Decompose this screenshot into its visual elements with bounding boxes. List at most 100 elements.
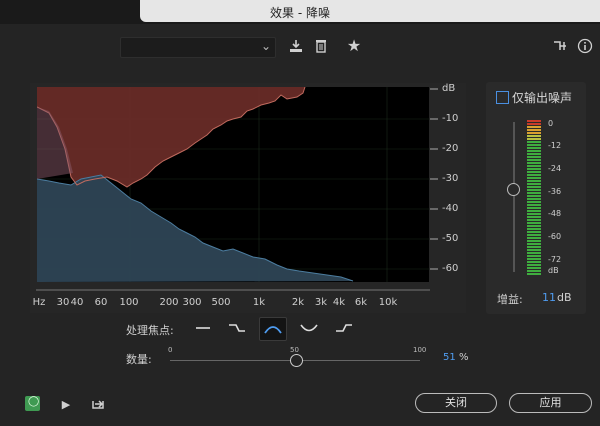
meter-segment — [527, 162, 541, 164]
meter-segment — [527, 123, 541, 125]
meter-segment — [527, 189, 541, 191]
meter-label: 0 — [548, 119, 554, 128]
window-title: 效果 - 降噪 — [270, 6, 330, 20]
meter-segment — [527, 225, 541, 227]
meter-segment — [527, 180, 541, 182]
amount-label: 数量: — [126, 353, 152, 366]
download-icon[interactable] — [287, 38, 305, 56]
meter-segment — [527, 156, 541, 158]
meter-segment — [527, 138, 541, 140]
meter-label: -36 — [548, 187, 562, 196]
meter-segment — [527, 141, 541, 143]
meter-label: dB — [548, 266, 559, 275]
meter-segment — [527, 135, 541, 137]
amount-mid-label: 50 — [290, 346, 299, 354]
power-icon[interactable]: ◯ — [25, 396, 40, 411]
x-tick-label: 3k — [314, 297, 328, 308]
meter-segment — [527, 186, 541, 188]
meter-segment — [527, 177, 541, 179]
gain-label: 增益: — [497, 293, 523, 306]
x-tick-label: 10k — [378, 297, 398, 308]
high-shelf-icon[interactable] — [331, 317, 357, 339]
meter-segment — [527, 258, 541, 260]
output-noise-only-checkbox[interactable] — [496, 91, 509, 104]
x-tick-label: 4k — [332, 297, 346, 308]
y-tick-label: -40 — [442, 203, 459, 214]
flat-icon[interactable] — [190, 317, 216, 339]
meter-segment — [527, 132, 541, 134]
y-tick-label: -50 — [442, 233, 459, 244]
meter-segment — [527, 210, 541, 212]
noise-spectrum-graph[interactable] — [36, 86, 429, 282]
amount-value[interactable]: 51 — [443, 352, 456, 363]
meter-label: -12 — [548, 141, 562, 150]
title-bar: 效果 - 降噪 — [0, 0, 600, 24]
meter-segment — [527, 246, 541, 248]
meter-segment — [527, 150, 541, 152]
x-tick-label: 100 — [119, 297, 139, 308]
x-tick-label: 60 — [94, 297, 108, 308]
meter-segment — [527, 174, 541, 176]
x-tick-label: 200 — [159, 297, 179, 308]
meter-label: -60 — [548, 232, 562, 241]
meter-segment — [527, 153, 541, 155]
trash-icon[interactable] — [312, 38, 330, 56]
meter-label: -24 — [548, 164, 562, 173]
apply-button[interactable]: 应用 — [509, 393, 592, 413]
preset-dropdown[interactable]: ⌄ — [120, 37, 276, 58]
gain-value[interactable]: 11 — [542, 291, 556, 304]
meter-segment — [527, 126, 541, 128]
signal-profile-area — [37, 175, 353, 282]
meter-segment — [527, 165, 541, 167]
meter-segment — [527, 222, 541, 224]
meter-label: -72 — [548, 255, 562, 264]
mid-notch-icon[interactable] — [296, 317, 322, 339]
meter-segment — [527, 168, 541, 170]
level-meter — [527, 120, 541, 278]
export-icon[interactable] — [89, 395, 107, 413]
meter-segment — [527, 144, 541, 146]
x-tick-label: 2k — [291, 297, 305, 308]
meter-segment — [527, 216, 541, 218]
meter-segment — [527, 183, 541, 185]
meter-segment — [527, 204, 541, 206]
star-icon[interactable]: ★ — [345, 37, 363, 55]
meter-segment — [527, 159, 541, 161]
channel-routing-icon[interactable] — [551, 38, 569, 56]
meter-segment — [527, 147, 541, 149]
meter-segment — [527, 261, 541, 263]
x-axis: Hz 30 40 60 100 200 300 500 1k 2k 3k 4k … — [30, 289, 430, 312]
amount-slider-knob[interactable] — [290, 354, 303, 367]
close-button[interactable]: 关闭 — [415, 393, 497, 413]
gain-slider-knob[interactable] — [507, 183, 520, 196]
meter-segment — [527, 213, 541, 215]
meter-segment — [527, 243, 541, 245]
chevron-down-icon: ⌄ — [260, 39, 271, 53]
x-tick-label: 500 — [211, 297, 231, 308]
gain-unit: dB — [557, 291, 572, 304]
meter-segment — [527, 252, 541, 254]
gain-slider-track[interactable] — [513, 122, 515, 272]
meter-segment — [527, 255, 541, 257]
meter-segment — [527, 207, 541, 209]
x-tick-label: 300 — [182, 297, 202, 308]
meter-segment — [527, 234, 541, 236]
meter-segment — [527, 273, 541, 275]
play-icon[interactable]: ▶ — [57, 396, 75, 414]
x-tick-label: Hz — [32, 297, 46, 308]
meter-segment — [527, 231, 541, 233]
y-axis: dB -10 -20 -30 -40 -50 -60 — [430, 83, 466, 283]
amount-min-label: 0 — [168, 346, 173, 354]
meter-segment — [527, 171, 541, 173]
meter-label: -48 — [548, 209, 562, 218]
info-icon[interactable] — [576, 38, 594, 56]
processing-focus-label: 处理焦点: — [126, 324, 174, 337]
meter-segment — [527, 198, 541, 200]
meter-segment — [527, 219, 541, 221]
meter-segment — [527, 201, 541, 203]
y-tick-label: dB — [442, 83, 456, 94]
meter-segment — [527, 195, 541, 197]
mid-bell-icon[interactable] — [259, 317, 287, 341]
low-shelf-icon[interactable] — [224, 317, 250, 339]
meter-segment — [527, 237, 541, 239]
